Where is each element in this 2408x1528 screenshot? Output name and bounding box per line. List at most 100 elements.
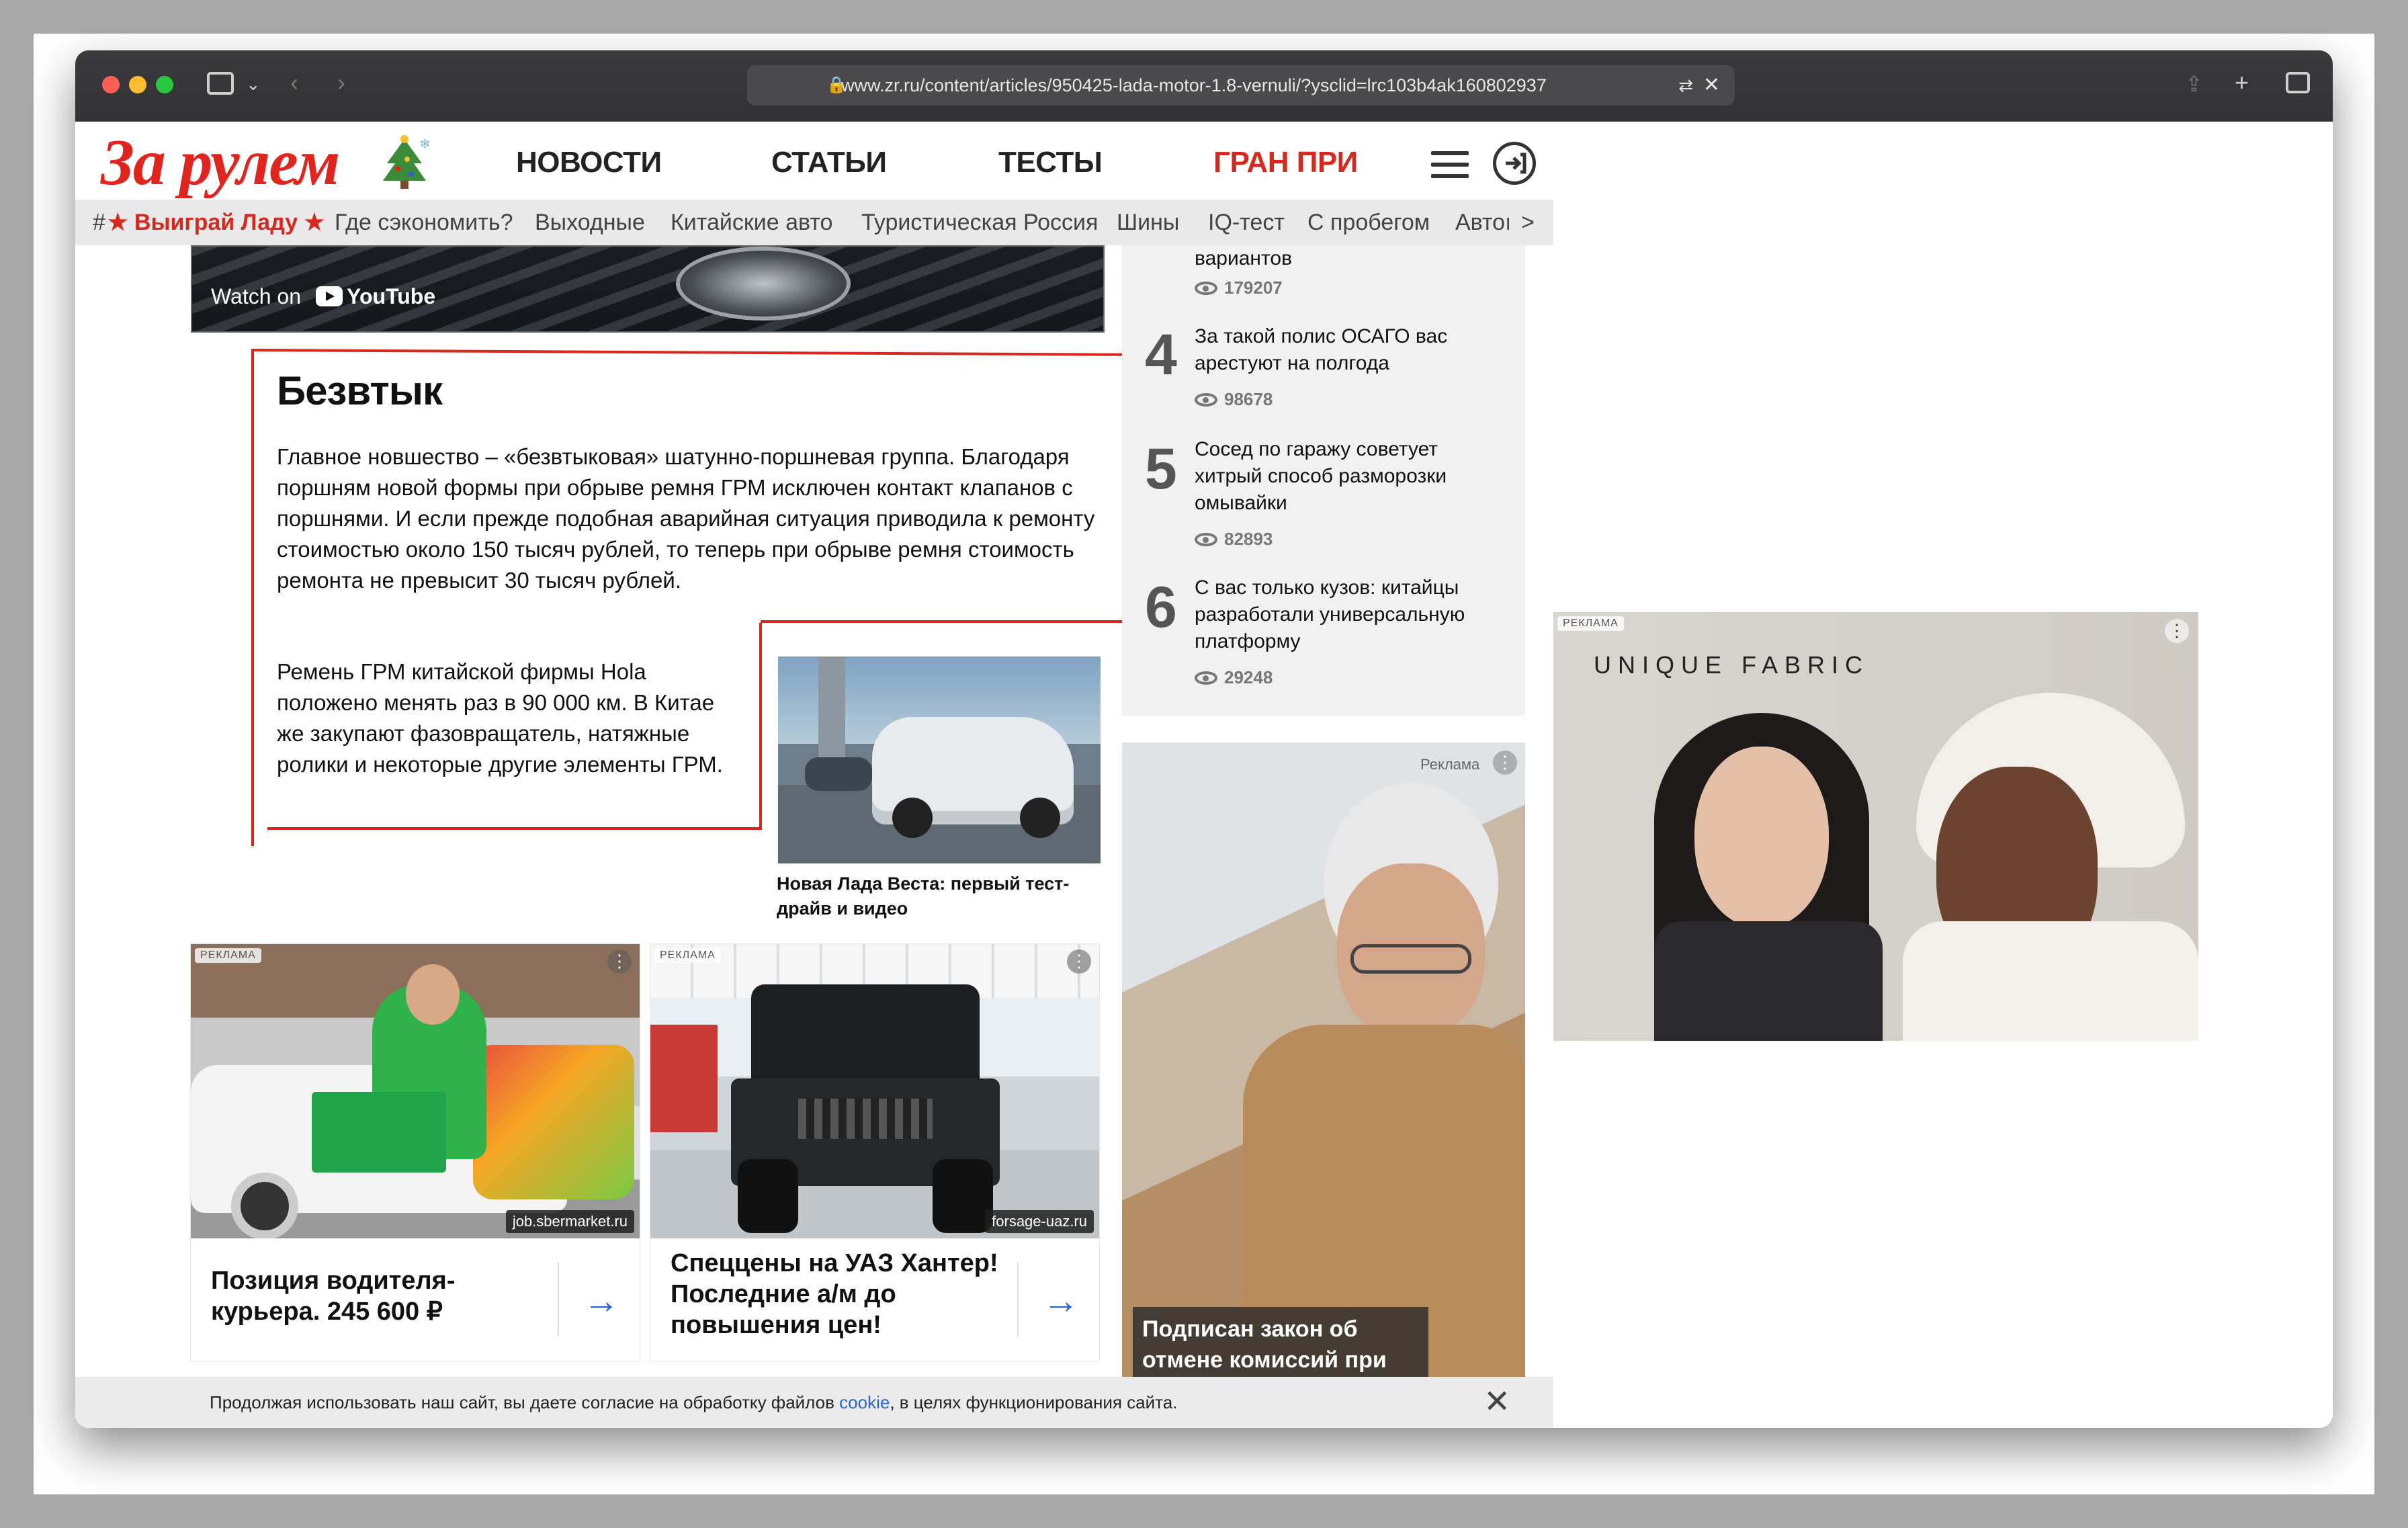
lada-badge-image xyxy=(676,247,851,321)
svg-text:❄: ❄ xyxy=(419,137,431,152)
article-paragraph: Главное новшество – «безвтыковая» шатунн… xyxy=(277,444,1095,593)
ad-label: РЕКЛАМА xyxy=(654,948,721,963)
youtube-link[interactable]: YouTube xyxy=(316,284,435,309)
back-button[interactable]: ‹ xyxy=(290,69,298,96)
nav-tests[interactable]: ТЕСТЫ xyxy=(998,146,1103,179)
site-logo[interactable]: За рулем xyxy=(101,126,340,200)
ad-card-sbermarket[interactable]: РЕКЛАМА ⋮ job.sbermarket.ru Позиция води… xyxy=(191,944,640,1361)
ad-label: Реклама xyxy=(1420,756,1480,773)
youtube-label: YouTube xyxy=(347,284,436,308)
cookie-text: Продолжая использовать наш сайт, вы дает… xyxy=(210,1392,840,1412)
cookie-banner: Продолжая использовать наш сайт, вы дает… xyxy=(75,1377,1553,1428)
translate-icon[interactable]: ⇄ xyxy=(1678,65,1693,105)
nav-grand-prix[interactable]: ГРАН ПРИ xyxy=(1213,146,1358,179)
more-options-icon[interactable]: ⋮ xyxy=(1067,949,1091,974)
divider xyxy=(558,1263,559,1336)
popular-item-text[interactable]: вариантов xyxy=(1195,245,1504,272)
popular-item-text[interactable]: С вас только кузов: китайцы разработали … xyxy=(1195,575,1504,655)
ad-label: РЕКЛАМА xyxy=(195,948,261,963)
side-ad[interactable]: Реклама ⋮ Подписан закон об отмене комис… xyxy=(1122,742,1525,1388)
view-count: 179207 xyxy=(1195,278,1283,298)
nav-articles[interactable]: СТАТЬИ xyxy=(771,146,887,179)
ad-image[interactable]: РЕКЛАМА ⋮ forsage-uaz.ru xyxy=(650,944,1099,1238)
clear-url-icon[interactable]: ✕ xyxy=(1703,65,1720,105)
eye-icon xyxy=(1195,671,1217,685)
frame-line xyxy=(251,349,1149,356)
zoom-window-button[interactable] xyxy=(156,76,173,93)
lock-icon: 🔒 xyxy=(826,76,847,94)
divider xyxy=(1017,1263,1019,1336)
topic-item[interactable]: С пробегом xyxy=(1307,200,1430,245)
related-article-caption[interactable]: Новая Лада Веста: первый тест-драйв и ви… xyxy=(777,872,1106,921)
browser-toolbar: ⌄ ‹ › 🔒 www.zr.ru/content/articles/95042… xyxy=(75,50,2333,122)
share-icon[interactable]: ⇪ xyxy=(2185,71,2203,97)
topic-bar: # ★ Выиграй Ладу ★ Где сэкономить? Выход… xyxy=(75,200,1553,245)
youtube-icon xyxy=(316,286,343,306)
frame-line xyxy=(251,349,254,846)
eye-icon xyxy=(1195,282,1217,295)
close-icon[interactable]: ✕ xyxy=(1484,1386,1510,1418)
topic-win-lada[interactable]: ★ Выиграй Ладу ★ xyxy=(108,200,325,245)
minimize-window-button[interactable] xyxy=(129,76,146,93)
rank-number: 4 xyxy=(1145,323,1177,387)
side-ad-caption[interactable]: Подписан закон об отмене комиссий при xyxy=(1133,1307,1428,1382)
tab-overview-icon[interactable] xyxy=(2286,72,2310,93)
cookie-link[interactable]: cookie xyxy=(839,1392,890,1412)
topic-item[interactable]: Туристическая Россия xyxy=(861,200,1098,245)
topic-item[interactable]: Шины xyxy=(1117,200,1179,245)
article-paragraph: Ремень ГРМ китайской фирмы Hola положено… xyxy=(277,659,723,777)
topic-item[interactable]: Китайские авто xyxy=(671,200,832,245)
url-text: www.zr.ru/content/articles/950425-lada-m… xyxy=(841,75,1547,95)
ad-card-uaz[interactable]: РЕКЛАМА ⋮ forsage-uaz.ru Спеццены на УАЗ… xyxy=(650,944,1099,1361)
ad-brand-text: UNIQUE FABRIC xyxy=(1594,651,1870,679)
more-options-icon[interactable]: ⋮ xyxy=(607,949,632,974)
topic-item[interactable]: Где сэкономить? xyxy=(335,200,513,245)
arrow-right-icon[interactable]: → xyxy=(1043,1280,1079,1322)
embedded-video[interactable]: Watch on YouTube xyxy=(191,245,1105,333)
view-count: 82893 xyxy=(1195,529,1273,550)
eye-icon xyxy=(1195,533,1217,546)
chevron-down-icon[interactable]: ⌄ xyxy=(246,71,261,97)
nav-news[interactable]: НОВОСТИ xyxy=(516,146,662,179)
section-heading: Безвтык xyxy=(277,368,443,413)
topics-more-arrow[interactable]: > xyxy=(1521,200,1535,245)
ad-image[interactable]: РЕКЛАМА ⋮ job.sbermarket.ru xyxy=(191,944,640,1238)
more-options-icon[interactable]: ⋮ xyxy=(1493,751,1517,775)
frame-line xyxy=(267,827,762,830)
ad-source[interactable]: job.sbermarket.ru xyxy=(505,1210,634,1233)
popular-item-text[interactable]: За такой полис ОСАГО вас арестуют на пол… xyxy=(1195,323,1504,377)
browser-window: ⌄ ‹ › 🔒 www.zr.ru/content/articles/95042… xyxy=(75,50,2333,1428)
popular-item-text[interactable]: Сосед по гаражу советует хитрый способ р… xyxy=(1195,436,1504,517)
cookie-text: , в целях функционирования сайта. xyxy=(890,1392,1178,1412)
topic-item[interactable]: Выходные xyxy=(535,200,645,245)
related-article-image[interactable] xyxy=(778,656,1101,863)
web-page: За рулем ❄ НОВОСТИ СТАТЬИ ТЕСТЫ ГРАН ПРИ… xyxy=(75,122,1553,1428)
address-bar[interactable]: 🔒 www.zr.ru/content/articles/950425-lada… xyxy=(747,65,1735,105)
ad-title[interactable]: Спеццены на УАЗ Хантер! Последние а/м до… xyxy=(671,1248,1020,1341)
fashion-ad[interactable]: РЕКЛАМА UNIQUE FABRIC ⋮ xyxy=(1553,612,2198,1041)
ad-title[interactable]: Позиция водителя-курьера. 245 600 ₽ xyxy=(211,1265,560,1327)
frame-line xyxy=(759,623,762,830)
forward-button[interactable]: › xyxy=(337,69,345,96)
topic-item[interactable]: Автоı xyxy=(1455,200,1509,245)
ad-source[interactable]: forsage-uaz.ru xyxy=(985,1210,1094,1233)
topic-item[interactable]: IQ-тест xyxy=(1208,200,1285,245)
hashtag-label: # xyxy=(93,210,105,235)
more-options-icon[interactable]: ⋮ xyxy=(2165,619,2189,643)
rank-number: 6 xyxy=(1145,575,1177,640)
arrow-right-icon[interactable]: → xyxy=(583,1280,619,1322)
christmas-tree-icon: ❄ xyxy=(383,135,431,189)
new-tab-icon[interactable]: + xyxy=(2235,69,2249,96)
ad-label: РЕКЛАМА xyxy=(1557,616,1624,631)
menu-icon[interactable] xyxy=(1431,151,1469,178)
frame-line xyxy=(761,620,1149,623)
view-count: 98678 xyxy=(1195,389,1273,410)
close-window-button[interactable] xyxy=(102,76,120,93)
eye-icon xyxy=(1195,393,1217,407)
login-icon[interactable] xyxy=(1493,142,1536,185)
rank-number: 5 xyxy=(1145,437,1177,501)
sidebar-toggle-icon[interactable] xyxy=(207,72,234,95)
view-count: 29248 xyxy=(1195,667,1273,688)
watch-on-label[interactable]: Watch on xyxy=(211,284,301,309)
popular-articles: вариантов 179207 4 За такой полис ОСАГО … xyxy=(1122,245,1525,716)
